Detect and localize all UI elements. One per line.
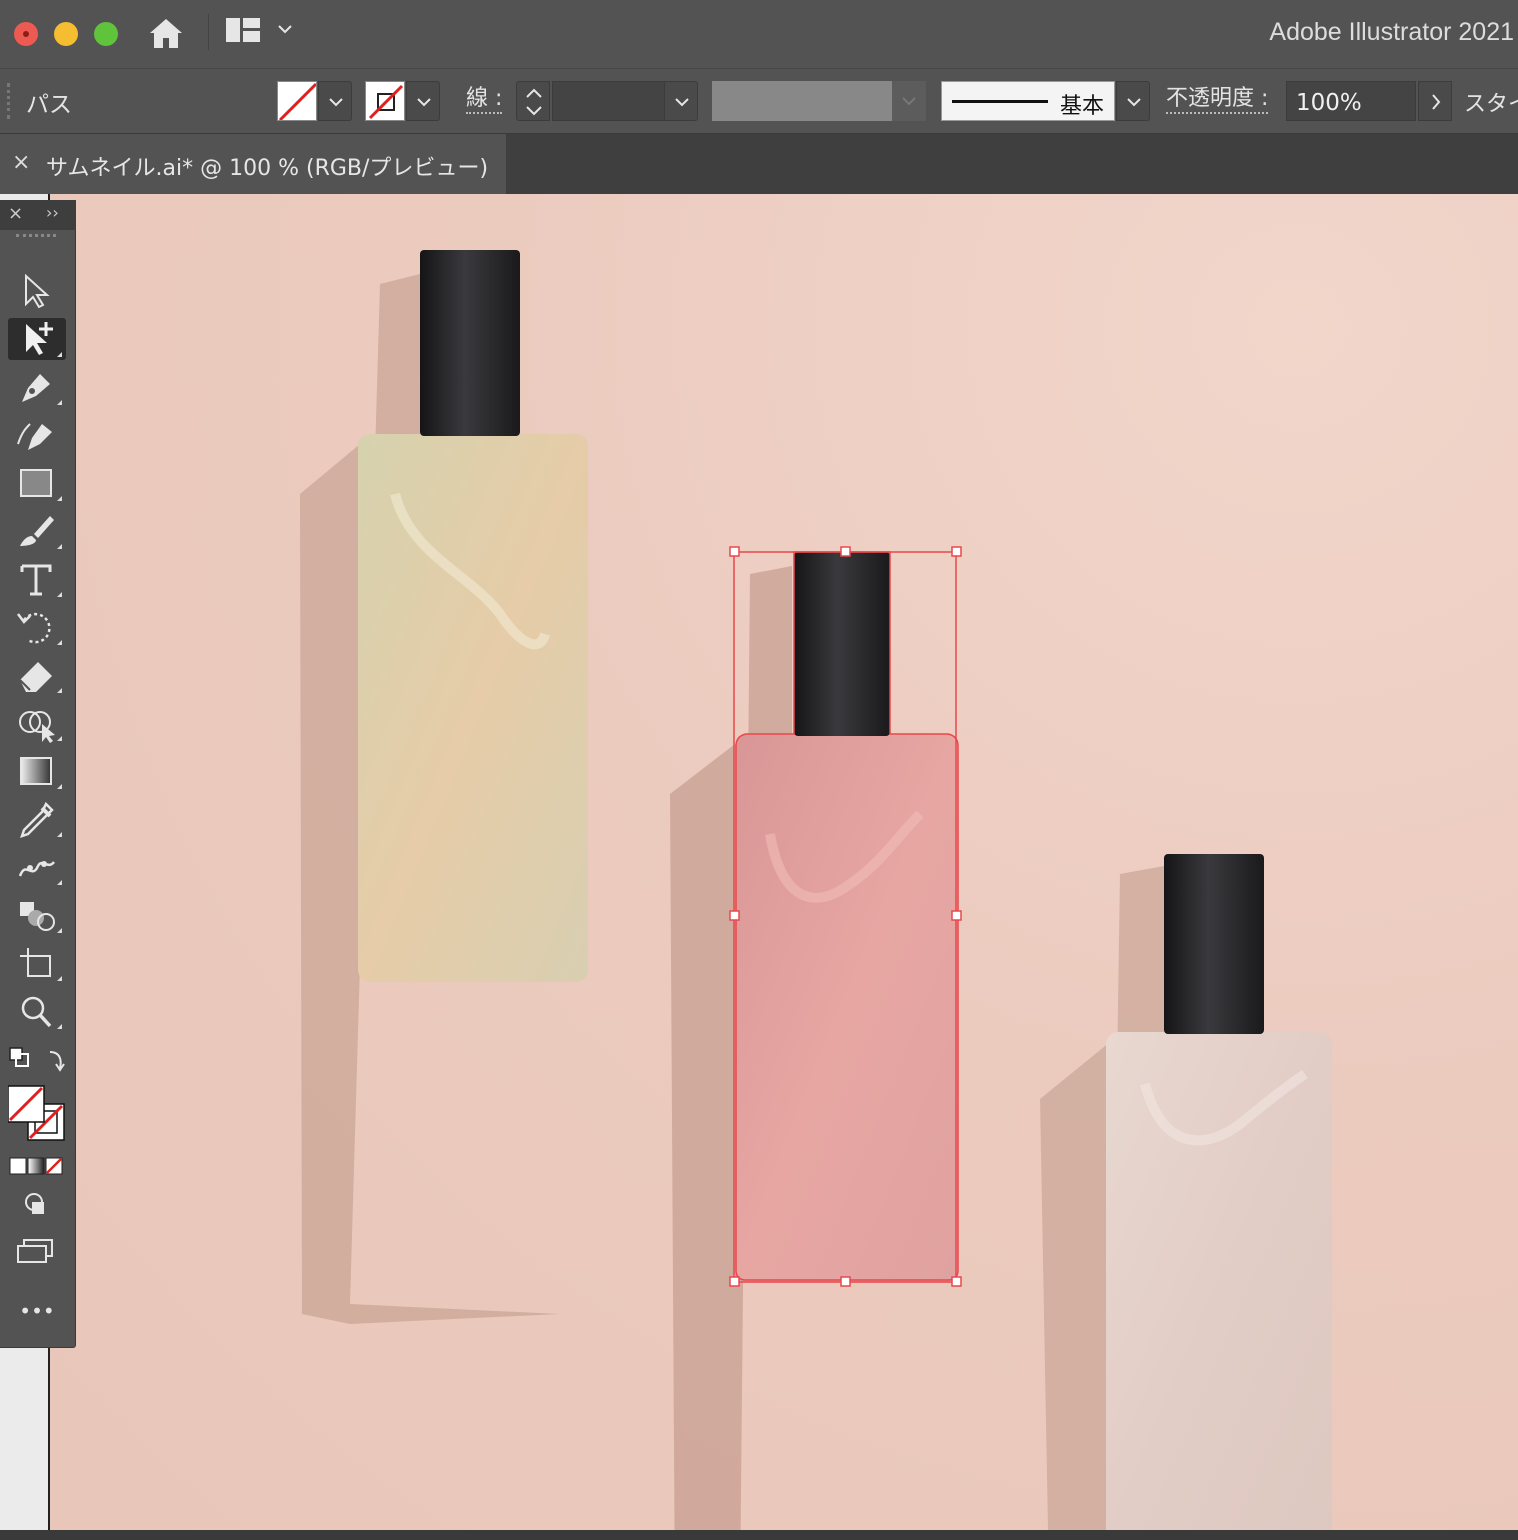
tools-panel-header: × ›› (0, 200, 76, 230)
close-icon[interactable]: × (8, 203, 23, 224)
selection-type-label: パス (26, 92, 72, 118)
pen-tool-icon[interactable] (8, 366, 66, 408)
close-icon[interactable]: × (12, 150, 30, 175)
fill-swatch[interactable] (277, 81, 317, 121)
stroke-swatch[interactable] (365, 81, 405, 121)
eyedropper-tool-icon[interactable] (8, 798, 66, 840)
curvature-tool-icon[interactable] (8, 414, 66, 456)
document-title: サムネイル.ai* @ 100 % (RGB/プレビュー) (46, 156, 489, 181)
variable-width-profile (712, 81, 892, 121)
zoom-tool-icon[interactable] (8, 990, 66, 1032)
opacity-field[interactable]: 100% (1286, 81, 1416, 121)
separator (208, 14, 209, 50)
edit-toolbar-button[interactable]: ••• (8, 1296, 66, 1326)
artboard[interactable] (50, 194, 1518, 1530)
expand-icon[interactable]: ›› (46, 203, 59, 222)
window-close-button[interactable] (14, 22, 38, 46)
color-mode-icon[interactable] (8, 1154, 66, 1178)
panel-grip[interactable] (7, 83, 10, 119)
gradient-tool-icon[interactable] (8, 750, 66, 792)
stroke-weight-stepper[interactable] (516, 81, 550, 121)
window-minimize-button[interactable] (54, 22, 78, 46)
document-tab-bar: × サムネイル.ai* @ 100 % (RGB/プレビュー) (0, 134, 1518, 194)
bottle-white-cap (1164, 854, 1264, 1034)
window-maximize-button[interactable] (94, 22, 118, 46)
bottle-green (358, 434, 588, 982)
shape-builder-tool-icon[interactable] (8, 702, 66, 744)
stroke-weight-field[interactable] (552, 81, 666, 121)
screen-mode-icon[interactable] (8, 1234, 66, 1270)
bottle-pink (736, 734, 958, 1282)
artboard-tool-icon[interactable] (8, 942, 66, 984)
status-bar (0, 1530, 1518, 1540)
panel-grip[interactable] (16, 234, 56, 240)
stroke-weight-dropdown[interactable] (664, 81, 698, 121)
artwork-photo[interactable] (50, 194, 1518, 1530)
document-tab[interactable]: × サムネイル.ai* @ 100 % (RGB/プレビュー) (0, 134, 506, 194)
stroke-dropdown[interactable] (406, 81, 440, 121)
selection-tool-icon[interactable] (8, 270, 66, 312)
fill-stroke-icon[interactable] (8, 1084, 66, 1144)
blend-tool-icon[interactable] (8, 894, 66, 936)
stroke-label[interactable]: 線 : (466, 86, 503, 114)
brush-dropdown[interactable] (1116, 81, 1150, 121)
workspace-icon[interactable] (226, 18, 260, 42)
opacity-slider-toggle[interactable] (1418, 81, 1452, 121)
brush-stroke-preview (952, 100, 1048, 103)
puppet-warp-tool-icon[interactable] (8, 846, 66, 888)
opacity-label[interactable]: 不透明度 : (1166, 86, 1269, 114)
fill-dropdown[interactable] (318, 81, 352, 121)
title-bar: Adobe Illustrator 2021 (0, 0, 1518, 68)
chevron-down-icon[interactable] (276, 20, 294, 38)
home-icon[interactable] (148, 16, 184, 50)
draw-mode-icon[interactable] (8, 1188, 66, 1222)
canvas[interactable] (0, 194, 1518, 1540)
brush-definition[interactable]: 基本 (941, 81, 1115, 121)
paintbrush-tool-icon[interactable] (8, 510, 66, 552)
bottle-pink-cap (794, 552, 890, 736)
app-title: Adobe Illustrator 2021 (1269, 18, 1514, 46)
default-colors-icon[interactable] (8, 1042, 66, 1076)
rectangle-tool-icon[interactable] (8, 462, 66, 504)
variable-width-dropdown (892, 81, 926, 121)
tools-panel: × ›› ••• (0, 200, 76, 1348)
bottle-white (1106, 1032, 1332, 1530)
control-bar: パス 線 : 基本 不透明度 : 100% スタイル (0, 68, 1518, 134)
eraser-tool-icon[interactable] (8, 654, 66, 696)
style-label[interactable]: スタイル (1464, 86, 1518, 118)
direct-selection-tool-icon[interactable] (8, 318, 66, 360)
bottle-green-cap (420, 250, 520, 436)
rotate-tool-icon[interactable] (8, 606, 66, 648)
brush-name: 基本 (1059, 94, 1104, 119)
type-tool-icon[interactable] (8, 558, 66, 600)
